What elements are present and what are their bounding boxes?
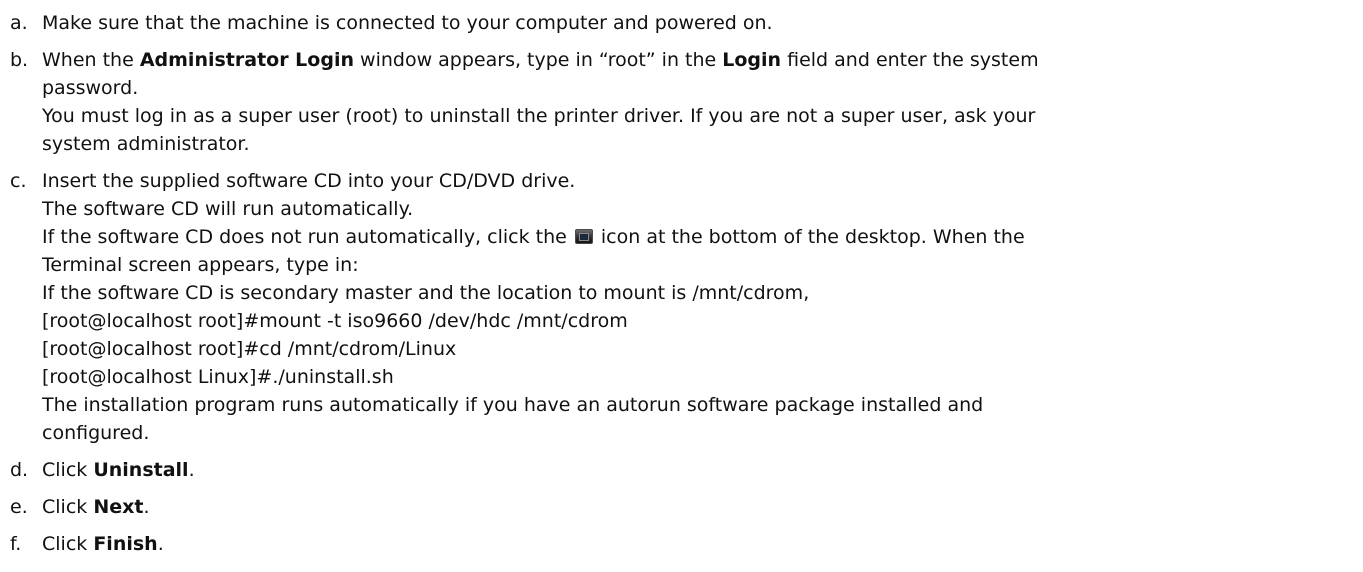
step-marker: f.: [10, 533, 22, 555]
step-text: Insert the supplied software CD into you…: [42, 170, 576, 192]
terminal-command: [root@localhost Linux]#./uninstall.sh: [42, 366, 394, 388]
step-e: e. Click Next.: [0, 493, 1363, 521]
step-note: If the software CD does not run automati…: [0, 223, 1363, 251]
step-note: The software CD will run automatically.: [42, 198, 414, 220]
text-run: .: [143, 496, 150, 518]
text-run: If the software CD does not run automati…: [42, 226, 573, 248]
text-run: .: [188, 459, 195, 481]
next-button-label: Next: [93, 496, 144, 518]
text-run: Click: [42, 496, 94, 518]
step-text: Click Next.: [0, 493, 1363, 521]
step-note: If the software CD is secondary master a…: [42, 282, 810, 304]
step-marker: d.: [10, 459, 29, 481]
uninstall-button-label: Uninstall: [93, 459, 189, 481]
text-run: Click: [42, 533, 94, 555]
step-text: Click Finish.: [0, 530, 1363, 558]
step-note: Terminal screen appears, type in:: [42, 254, 359, 276]
text-run: window appears, type in “root” in the: [354, 49, 723, 71]
step-f: f. Click Finish.: [0, 530, 1363, 558]
terminal-command: [root@localhost root]#mount -t iso9660 /…: [42, 310, 628, 332]
login-field-label: Login: [722, 49, 782, 71]
step-marker: b.: [10, 49, 29, 71]
step-text: Make sure that the machine is connected …: [42, 12, 773, 34]
step-text-continued: password.: [42, 77, 139, 99]
step-b: b. When the Administrator Login window a…: [0, 46, 1363, 158]
instruction-list: a. Make sure that the machine is connect…: [0, 9, 1363, 567]
step-marker: e.: [10, 496, 28, 518]
step-a: a. Make sure that the machine is connect…: [0, 9, 1363, 37]
administrator-login-label: Administrator Login: [139, 49, 354, 71]
terminal-command: [root@localhost root]#cd /mnt/cdrom/Linu…: [42, 338, 457, 360]
text-run: field and enter the system: [781, 49, 1039, 71]
terminal-icon: [574, 229, 593, 244]
step-note-continued: configured.: [42, 422, 150, 444]
text-run: When the: [42, 49, 140, 71]
step-d: d. Click Uninstall.: [0, 456, 1363, 484]
text-run: Click: [42, 459, 94, 481]
step-note: You must log in as a super user (root) t…: [42, 105, 1036, 127]
step-note: The installation program runs automatica…: [42, 394, 984, 416]
finish-button-label: Finish: [93, 533, 158, 555]
step-marker: a.: [10, 12, 28, 34]
step-text: When the Administrator Login window appe…: [0, 46, 1363, 74]
step-marker: c.: [10, 170, 27, 192]
text-run: icon at the bottom of the desktop. When …: [594, 226, 1025, 248]
text-run: .: [157, 533, 164, 555]
step-note-continued: system administrator.: [42, 133, 250, 155]
step-c: c. Insert the supplied software CD into …: [0, 167, 1363, 447]
step-text: Click Uninstall.: [0, 456, 1363, 484]
